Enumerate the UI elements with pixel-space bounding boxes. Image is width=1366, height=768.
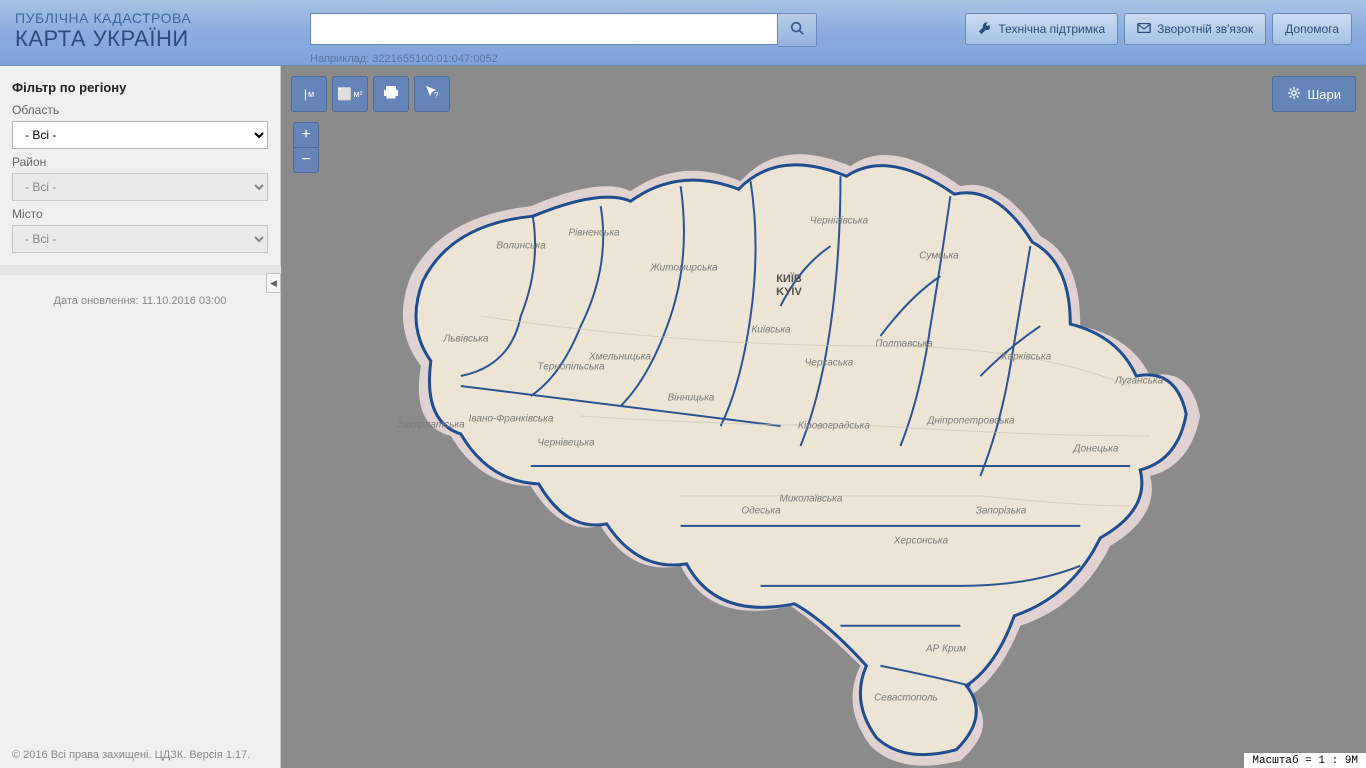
identify-button[interactable]: ? [414, 76, 450, 112]
raion-select[interactable]: - Всі - [12, 173, 268, 201]
oblast-label: Область [12, 103, 268, 117]
support-button[interactable]: Технічна підтримка [965, 13, 1118, 45]
logo-line1: ПУБЛІЧНА КАДАСТРОВА [15, 10, 295, 26]
search-button[interactable] [778, 13, 817, 47]
oblast-select[interactable]: - Всі - [12, 121, 268, 149]
update-timestamp: Дата оновлення: 11.10.2016 03:00 [0, 295, 280, 307]
search-input[interactable] [310, 13, 778, 45]
wrench-icon [978, 21, 992, 38]
mail-icon [1137, 21, 1151, 38]
sidebar-scrollbar[interactable] [0, 265, 292, 275]
filter-title: Фільтр по регіону [12, 80, 268, 95]
sidebar: Фільтр по регіону Область - Всі - Район … [0, 66, 281, 768]
print-icon [383, 84, 399, 105]
raion-label: Район [12, 155, 268, 169]
ruler-icon: | [304, 87, 307, 101]
measure-length-button[interactable]: |м [291, 76, 327, 112]
layers-button[interactable]: Шари [1272, 76, 1356, 112]
svg-text:?: ? [434, 91, 439, 100]
help-button[interactable]: Допомога [1272, 13, 1352, 45]
logo: ПУБЛІЧНА КАДАСТРОВА КАРТА УКРАЇНИ [0, 0, 310, 52]
city-select[interactable]: - Всі - [12, 225, 268, 253]
gear-icon [1287, 86, 1301, 103]
scale-readout: Масштаб = 1 : 9M [1243, 752, 1366, 768]
zoom-out-button[interactable]: − [293, 148, 319, 173]
map-toolbar: |м ⬜м² ? [291, 76, 450, 112]
zoom-control: + − [293, 122, 319, 173]
zoom-in-button[interactable]: + [293, 122, 319, 148]
measure-area-button[interactable]: ⬜м² [332, 76, 368, 112]
search-example: Наприклад: 3221655100:01:047:0052 [310, 53, 817, 65]
header-actions: Технічна підтримка Зворотній зв'язок Доп… [965, 0, 1366, 45]
copyright: © 2016 Всі права захищені. ЦДЗК. Версія … [0, 743, 280, 768]
logo-line2: КАРТА УКРАЇНИ [15, 26, 295, 52]
support-label: Технічна підтримка [998, 22, 1105, 36]
layers-label: Шари [1307, 87, 1341, 102]
ukraine-map-svg [281, 66, 1366, 768]
sidebar-collapse-button[interactable]: ◀ [266, 273, 281, 293]
print-button[interactable] [373, 76, 409, 112]
help-label: Допомога [1285, 22, 1339, 36]
header: ПУБЛІЧНА КАДАСТРОВА КАРТА УКРАЇНИ Наприк… [0, 0, 1366, 66]
city-label: Місто [12, 207, 268, 221]
search-icon [790, 21, 804, 40]
chevron-left-icon: ◀ [270, 278, 277, 289]
search-area: Наприклад: 3221655100:01:047:0052 [310, 0, 817, 65]
map-canvas[interactable]: ВолинськаРівненськаЖитомирськаКИЇВKYIVЧе… [281, 66, 1366, 768]
area-icon: ⬜ [337, 87, 352, 101]
cursor-help-icon: ? [424, 84, 440, 105]
feedback-button[interactable]: Зворотній зв'язок [1124, 13, 1266, 45]
feedback-label: Зворотній зв'язок [1157, 22, 1253, 36]
